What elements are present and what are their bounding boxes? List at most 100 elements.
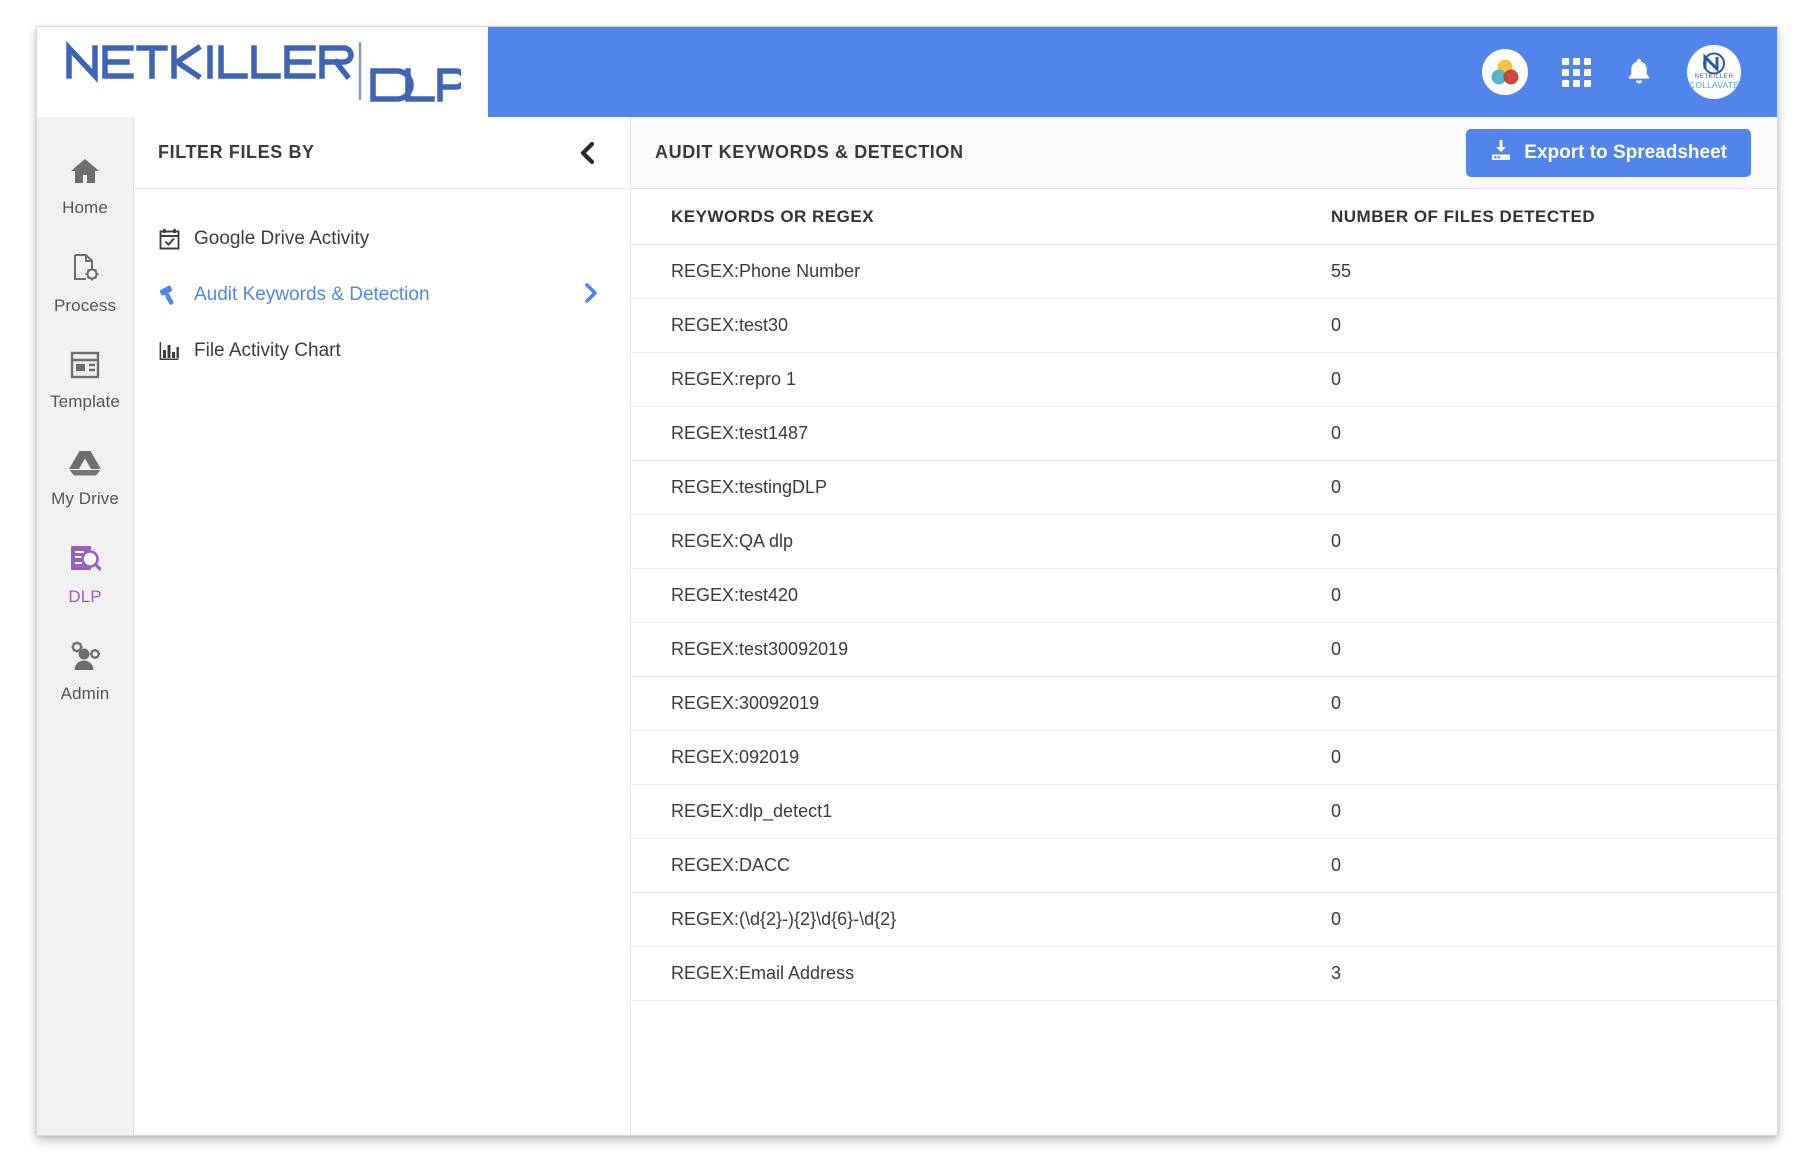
filter-panel-title: FILTER FILES BY <box>158 142 315 162</box>
table-row[interactable]: REGEX:092019 0 <box>631 731 1777 785</box>
process-icon <box>70 253 100 288</box>
filter-item-label: Audit Keywords & Detection <box>194 284 430 305</box>
filter-panel: FILTER FILES BY Google Drive Activity Au… <box>134 117 631 1135</box>
chevron-right-icon[interactable] <box>582 282 600 309</box>
cell-count: 3 <box>1331 963 1342 983</box>
cell-keyword: REGEX:test30092019 <box>671 639 849 659</box>
cell-keyword: REGEX:(\d{2}-){2}\d{6}-\d{2} <box>671 909 897 929</box>
table-row[interactable]: REGEX:testingDLP 0 <box>631 461 1777 515</box>
table-empty-space <box>631 1001 1777 1091</box>
gavel-icon <box>158 284 180 306</box>
cell-keyword: REGEX:test30 <box>671 315 789 335</box>
sidebar-item-home[interactable]: Home <box>37 139 133 236</box>
cell-count: 0 <box>1331 585 1342 605</box>
sidebar-item-dlp[interactable]: DLP <box>37 527 133 624</box>
filter-item-audit-keywords-detection[interactable]: Audit Keywords & Detection <box>134 267 630 323</box>
top-bar: NETKILLER COLLAVATE <box>37 27 1777 117</box>
filter-list: Google Drive Activity Audit Keywords & D… <box>134 189 630 379</box>
export-to-spreadsheet-button[interactable]: Export to Spreadsheet <box>1466 128 1751 177</box>
bar-chart-icon <box>158 341 180 361</box>
filter-item-label: Google Drive Activity <box>194 228 370 249</box>
cell-keyword: REGEX:Phone Number <box>671 261 861 281</box>
filter-item-google-drive-activity[interactable]: Google Drive Activity <box>134 211 630 267</box>
table-row[interactable]: REGEX:Phone Number 55 <box>631 245 1777 299</box>
filter-item-file-activity-chart[interactable]: File Activity Chart <box>134 323 630 379</box>
cell-count: 0 <box>1331 423 1342 443</box>
table-row[interactable]: REGEX:test420 0 <box>631 569 1777 623</box>
main-content: AUDIT KEYWORDS & DETECTION Export to Spr… <box>631 117 1777 1135</box>
table-row[interactable]: REGEX:Email Address 3 <box>631 947 1777 1001</box>
column-header-count: NUMBER OF FILES DETECTED <box>1331 206 1596 226</box>
export-button-label: Export to Spreadsheet <box>1524 141 1727 163</box>
filter-item-label: File Activity Chart <box>194 340 341 361</box>
calendar-check-icon <box>158 228 180 250</box>
sidebar-item-label: Process <box>53 296 117 315</box>
cell-keyword: REGEX:test1487 <box>671 423 809 443</box>
table-row[interactable]: REGEX:QA dlp 0 <box>631 515 1777 569</box>
cell-count: 0 <box>1331 369 1342 389</box>
sidebar-item-label: My Drive <box>51 489 119 508</box>
home-icon <box>70 157 100 190</box>
sidebar-item-my-drive[interactable]: My Drive <box>37 430 133 527</box>
cell-count: 0 <box>1331 747 1342 767</box>
table-header-row: KEYWORDS OR REGEX NUMBER OF FILES DETECT… <box>631 189 1777 245</box>
column-header-keywords: KEYWORDS OR REGEX <box>671 206 875 226</box>
chevron-left-icon[interactable] <box>576 140 598 166</box>
cell-keyword: REGEX:testingDLP <box>671 477 828 497</box>
cell-keyword: REGEX:test420 <box>671 585 799 605</box>
table-row[interactable]: REGEX:test30 0 <box>631 299 1777 353</box>
cell-count: 0 <box>1331 639 1342 659</box>
sidebar-item-label: Home <box>62 198 108 217</box>
content-header: AUDIT KEYWORDS & DETECTION Export to Spr… <box>631 117 1777 189</box>
audit-keywords-table: KEYWORDS OR REGEX NUMBER OF FILES DETECT… <box>631 189 1777 1135</box>
template-icon <box>70 351 100 384</box>
cell-keyword: REGEX:DACC <box>671 855 791 875</box>
top-bar-actions: NETKILLER COLLAVATE <box>1482 27 1777 117</box>
account-avatar-icon[interactable]: NETKILLER COLLAVATE <box>1687 45 1741 99</box>
cell-count: 0 <box>1331 909 1342 929</box>
table-row[interactable]: REGEX:dlp_detect1 0 <box>631 785 1777 839</box>
sidebar-item-label: Template <box>50 392 120 411</box>
admin-icon <box>68 641 102 676</box>
cell-keyword: REGEX:repro 1 <box>671 369 797 389</box>
cell-count: 0 <box>1331 531 1342 551</box>
sidebar-item-process[interactable]: Process <box>37 236 133 333</box>
notifications-bell-icon[interactable] <box>1625 57 1653 87</box>
filter-panel-header: FILTER FILES BY <box>134 117 630 189</box>
dlp-icon <box>69 544 102 579</box>
collavate-circles-icon[interactable] <box>1482 49 1528 95</box>
app-logo[interactable] <box>37 27 488 117</box>
cell-count: 0 <box>1331 693 1342 713</box>
table-row[interactable]: REGEX:test30092019 0 <box>631 623 1777 677</box>
cell-keyword: REGEX:dlp_detect1 <box>671 801 833 821</box>
sidebar-item-admin[interactable]: Admin <box>37 624 133 721</box>
top-bar-spacer <box>488 27 1482 117</box>
cell-keyword: REGEX:092019 <box>671 747 800 767</box>
apps-grid-icon[interactable] <box>1562 57 1591 87</box>
sidebar-item-label: DLP <box>68 587 102 606</box>
cell-count: 0 <box>1331 315 1342 335</box>
cell-count: 55 <box>1331 261 1352 281</box>
page-title: AUDIT KEYWORDS & DETECTION <box>655 142 964 162</box>
table-row[interactable]: REGEX:30092019 0 <box>631 677 1777 731</box>
drive-icon <box>68 448 102 481</box>
svg-text:NETKILLER: NETKILLER <box>1694 73 1733 80</box>
cell-count: 0 <box>1331 477 1342 497</box>
cell-keyword: REGEX:30092019 <box>671 693 820 713</box>
table-row[interactable]: REGEX:DACC 0 <box>631 839 1777 893</box>
sidebar-item-template[interactable]: Template <box>37 333 133 430</box>
table-row[interactable]: REGEX:(\d{2}-){2}\d{6}-\d{2} 0 <box>631 893 1777 947</box>
svg-text:COLLAVATE: COLLAVATE <box>1689 80 1739 90</box>
cell-count: 0 <box>1331 801 1342 821</box>
app-body: Home Process Template My Drive DLP Admin… <box>37 117 1777 1135</box>
cell-count: 0 <box>1331 855 1342 875</box>
table-row[interactable]: REGEX:repro 1 0 <box>631 353 1777 407</box>
table-body[interactable]: REGEX:Phone Number 55 REGEX:test30 0 REGEX:r… <box>631 245 1777 1135</box>
main-navigation-rail: Home Process Template My Drive DLP Admin <box>37 117 134 1135</box>
download-export-icon <box>1490 139 1512 167</box>
app-window: NETKILLER COLLAVATE Home Process Templat… <box>36 26 1778 1136</box>
cell-keyword: REGEX:Email Address <box>671 963 855 983</box>
cell-keyword: REGEX:QA dlp <box>671 531 794 551</box>
sidebar-item-label: Admin <box>60 684 110 703</box>
table-row[interactable]: REGEX:test1487 0 <box>631 407 1777 461</box>
